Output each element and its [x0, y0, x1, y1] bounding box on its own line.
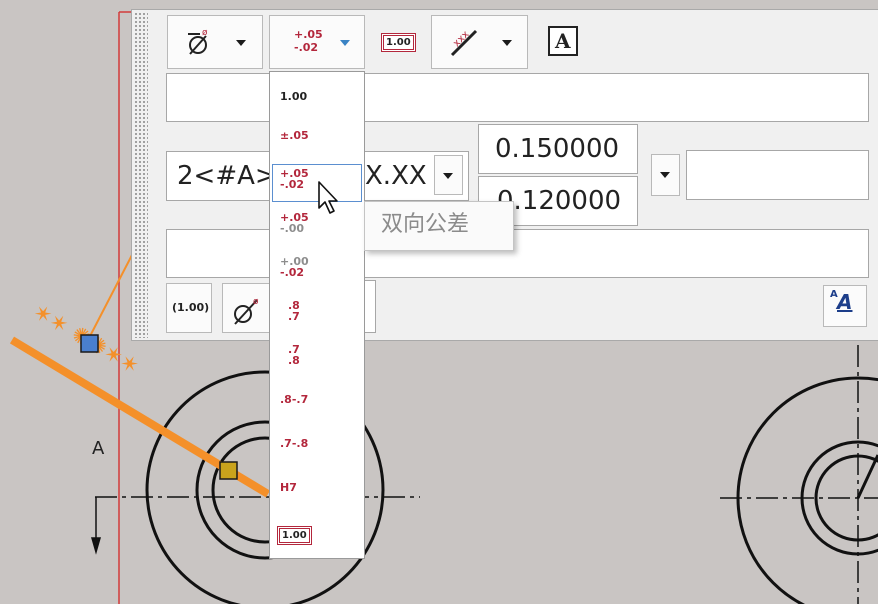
dimension-prefix-text: 2<#A> [177, 161, 277, 191]
text-a-frame: A [548, 26, 578, 56]
tolerance-bottom: -.02 [294, 41, 319, 54]
tolerance-option[interactable]: H7 [270, 480, 364, 516]
tolerance-option[interactable]: .8.7 [270, 298, 364, 334]
tolerance-option-text: ±.05 [280, 129, 309, 142]
tolerance-option[interactable]: 1.00 [270, 88, 364, 124]
tooltip: 双向公差 [364, 201, 514, 251]
tolerance-option-text: -.00 [280, 222, 305, 235]
symbol-dropdown-button[interactable]: ø [167, 15, 263, 69]
mouse-cursor-icon [318, 181, 338, 214]
tolerance-option-text: 1.00 [279, 528, 310, 543]
diameter-symbol-icon: ø [188, 28, 208, 55]
tolerance-option[interactable]: 1.00 [270, 526, 364, 562]
tolerance-option[interactable]: ±.05 [270, 128, 364, 164]
view-label: A [92, 438, 105, 459]
text-scale-small-icon: A [830, 289, 838, 300]
svg-text:ø: ø [253, 297, 259, 307]
tolerance-option[interactable]: +.00 -.02 [270, 254, 364, 290]
text-scale-label: A [837, 290, 853, 314]
chevron-down-icon [340, 40, 350, 46]
tolerance-option-text: -.02 [280, 266, 305, 279]
tolerance-option-text: 1.00 [280, 90, 308, 103]
svg-text:xxx: xxx [451, 29, 471, 49]
tooltip-text: 双向公差 [381, 212, 470, 237]
basic-dimension-button[interactable]: (1.00) [166, 283, 212, 333]
tolerance-option[interactable]: .7.8 [270, 342, 364, 378]
text-a-button[interactable]: A [542, 20, 586, 64]
suffix-dropdown[interactable] [651, 154, 680, 196]
tolerance-option-text: .8-.7 [280, 393, 309, 406]
chevron-down-icon [443, 173, 453, 179]
grip-handle-yellow[interactable] [219, 461, 238, 480]
diameter-insert-button[interactable]: ø [222, 283, 272, 333]
panel-drag-grip[interactable] [134, 12, 148, 338]
precision-dropdown-button[interactable]: xxx [431, 15, 528, 69]
tolerance-top: +.05 [294, 28, 323, 41]
tolerance-option-text: .7-.8 [280, 437, 309, 450]
section-arrow [91, 497, 101, 555]
tolerance-option[interactable]: .7-.8 [270, 436, 364, 472]
upper-tolerance-field[interactable]: 0.150000 [478, 124, 638, 174]
tolerance-option-text: H7 [280, 481, 297, 494]
text-a-label: A [555, 29, 571, 53]
tolerance-dropdown-button[interactable]: +.05 -.02 [269, 15, 365, 69]
suffix-text-field[interactable] [686, 150, 869, 200]
basic-dimension-label: (1.00) [172, 301, 210, 314]
dimension-text-dropdown[interactable] [434, 155, 463, 195]
chevron-down-icon [502, 40, 512, 46]
diameter-icon: ø [234, 297, 259, 325]
tolerance-option-text: .8 [288, 354, 300, 367]
upper-tolerance-value: 0.150000 [495, 134, 620, 164]
chevron-down-icon [660, 172, 670, 178]
svg-text:ø: ø [202, 28, 208, 38]
tolerance-option-text: .7 [288, 310, 300, 323]
precision-icon: xxx [450, 29, 478, 57]
lower-tolerance-value: 0.120000 [497, 186, 622, 216]
tolerance-option[interactable]: .8-.7 [270, 392, 364, 428]
chevron-down-icon [236, 40, 246, 46]
right-centerlines [720, 345, 878, 604]
value-box-button[interactable]: 1.00 [373, 20, 423, 64]
right-circle-view [736, 376, 878, 604]
tolerance-option-text: -.02 [280, 178, 305, 191]
text-scale-button[interactable]: A A [823, 285, 867, 327]
dimension-suffix-text: X.XX [365, 161, 427, 191]
value-box-label: 1.00 [383, 35, 414, 50]
grip-handle-blue[interactable] [80, 334, 99, 353]
